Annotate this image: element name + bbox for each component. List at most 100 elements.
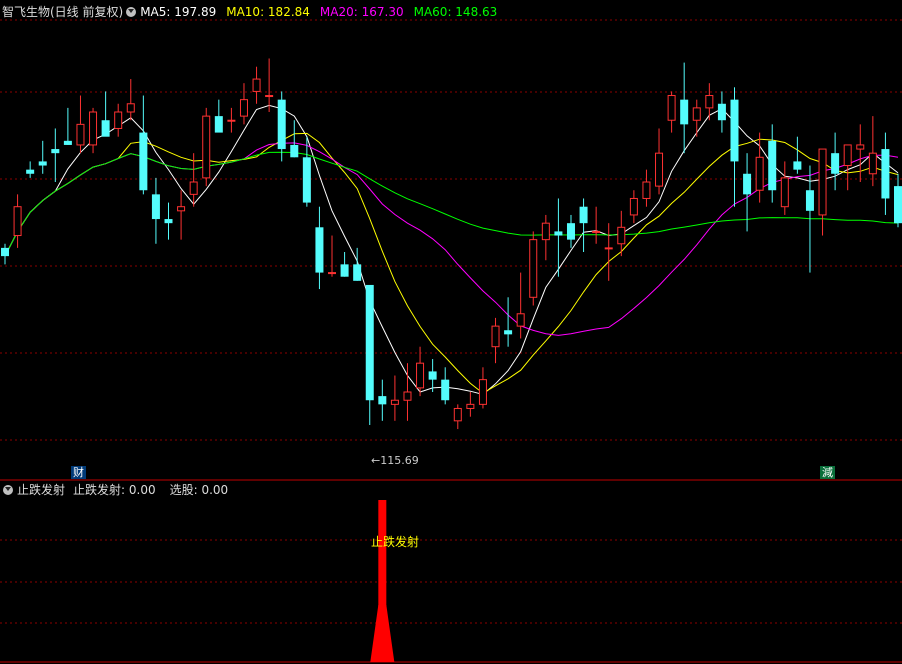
candle (26, 161, 35, 178)
candle-body (227, 119, 236, 122)
ma20-line (4, 142, 899, 336)
candle-body (189, 181, 198, 195)
candlestick-series[interactable] (1, 58, 902, 430)
candle (730, 87, 739, 207)
indicator-signal (370, 500, 395, 662)
stock-title[interactable]: 智飞生物(日线 前复权) (2, 3, 123, 21)
low-price-label: ←115.69 (371, 454, 419, 467)
candle-body (252, 78, 261, 92)
candle (831, 132, 840, 191)
candle (214, 99, 223, 133)
candle-body (328, 272, 337, 275)
candle (655, 128, 664, 195)
candle (881, 132, 890, 215)
candle-body (629, 197, 638, 216)
candle-body (390, 399, 399, 405)
candle-body (51, 149, 60, 154)
candle-body (1, 247, 9, 257)
signal-bar (378, 500, 387, 610)
candle-body (151, 194, 160, 220)
candle (894, 173, 902, 228)
candle-body (856, 144, 865, 150)
candle (868, 116, 877, 187)
candle-body (793, 161, 802, 170)
candle-body (340, 264, 349, 277)
candle-body (441, 379, 450, 401)
candle (680, 62, 689, 154)
candle-body (831, 153, 840, 174)
candle (252, 66, 261, 104)
candle (1, 243, 9, 265)
candle (76, 95, 85, 154)
dropdown-icon[interactable] (3, 485, 13, 495)
indicator-name[interactable]: 止跌发射 (17, 481, 65, 499)
candle (177, 190, 186, 240)
ma10-line (4, 132, 899, 394)
candle (89, 107, 98, 154)
candle-body (239, 99, 248, 117)
candle (38, 140, 47, 174)
candle (541, 214, 550, 261)
candle-body (617, 226, 626, 245)
candle-body (101, 120, 110, 137)
ma-legend-item: MA20: 167.30 (319, 5, 404, 19)
candle-body (868, 152, 877, 175)
main-header: 智飞生物(日线 前复权) MA5: 197.89 MA10: 182.84 MA20:… (2, 3, 507, 21)
signal-label: 止跌发射 (371, 535, 420, 549)
candle-body (554, 231, 563, 236)
reduce-marker[interactable]: 減 (820, 466, 835, 479)
candle (566, 214, 575, 248)
candle (768, 124, 777, 203)
finance-marker[interactable]: 财 (71, 466, 86, 479)
candle (365, 284, 374, 425)
candle-body (529, 239, 538, 298)
candle-body (730, 99, 739, 162)
stock-chart[interactable] (0, 0, 902, 664)
candle-body (504, 330, 513, 335)
candle (478, 367, 487, 409)
candle (780, 161, 789, 215)
candle-body (566, 223, 575, 240)
candle (340, 252, 349, 277)
candle (51, 128, 60, 182)
candle-body (894, 186, 902, 224)
candle (466, 392, 475, 417)
dropdown-icon[interactable] (126, 7, 137, 17)
candle (491, 317, 500, 364)
candle-body (579, 206, 588, 224)
candle-body (76, 123, 85, 146)
ma-legend: MA5: 197.89 MA10: 182.84 MA20: 167.30 MA60:… (140, 3, 507, 21)
indicator-value: 选股: 0.00 (169, 483, 229, 497)
candle-body (38, 161, 47, 166)
candle (755, 132, 764, 203)
indicator-value: 止跌发射: 0.00 (73, 483, 156, 497)
candle-body (780, 177, 789, 208)
candle (579, 198, 588, 252)
candle-body (743, 173, 752, 195)
grid-lines (0, 19, 902, 663)
ma-legend-item: MA10: 182.84 (226, 5, 310, 19)
candle-body (290, 144, 299, 158)
candle-body (416, 362, 425, 389)
candle-body (277, 99, 286, 150)
candle-body (466, 403, 475, 409)
candle (265, 58, 274, 112)
candle (13, 194, 22, 248)
candle-body (768, 140, 777, 191)
candle (692, 99, 701, 137)
candle-body (315, 227, 324, 273)
candle (818, 148, 827, 236)
candle-body (680, 99, 689, 125)
candle (604, 223, 613, 281)
candle (63, 107, 72, 145)
candle-body (717, 103, 726, 121)
candle (717, 91, 726, 133)
indicator-values: 止跌发射: 0.00 选股: 0.00 (73, 481, 242, 499)
candle-body (516, 313, 525, 327)
candle-body (265, 95, 274, 98)
candle-body (89, 111, 98, 146)
candle-body (705, 95, 714, 109)
signal-spike (370, 605, 395, 662)
candle-body (541, 222, 550, 241)
candle-body (214, 116, 223, 133)
